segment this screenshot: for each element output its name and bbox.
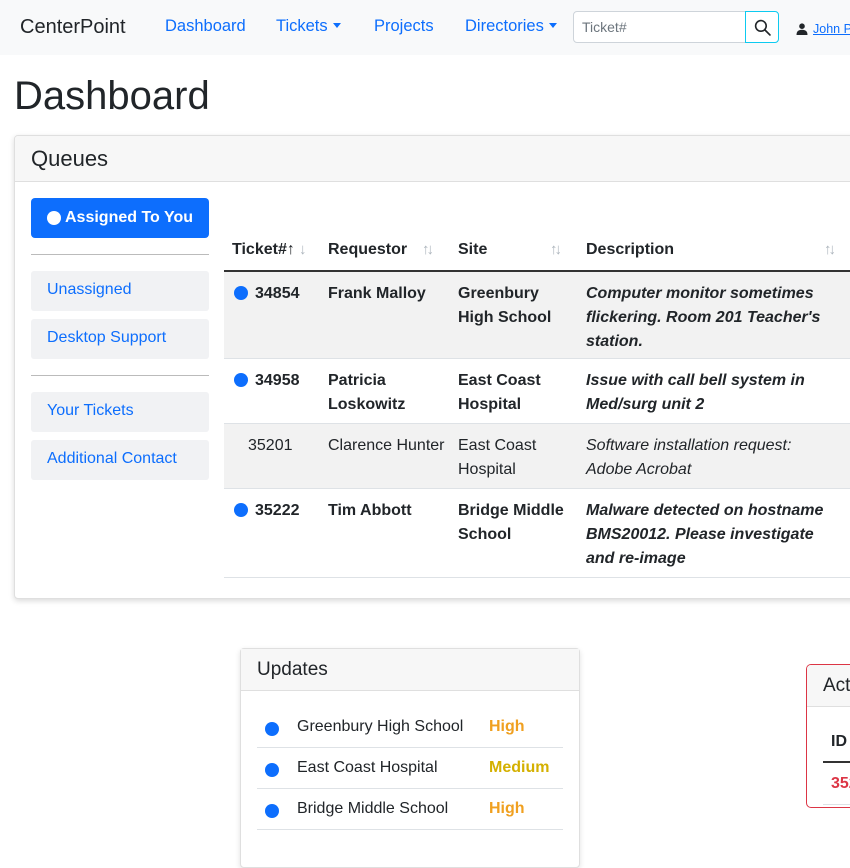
search-button[interactable] [745,11,779,43]
divider [31,375,209,376]
queue-item-additional-contact[interactable]: Additional Contact [31,440,209,480]
top-navbar: CenterPoint Dashboard Tickets Projects D… [0,0,850,55]
user-menu-link[interactable]: John P [796,22,850,36]
update-site: Bridge Middle School [297,800,449,817]
nav-directories-label: Directories [465,17,544,35]
sort-icon[interactable]: ↓ [299,241,306,258]
requestor-name: Patricia Loskowitz [328,372,406,413]
requestor-name: Tim Abbott [328,502,412,519]
list-item[interactable]: Greenbury High School High [257,707,563,748]
requestor-name: Clarence Hunter [328,437,445,454]
user-name: John P [813,22,850,36]
nav-directories-dropdown[interactable]: Directories [465,17,557,36]
list-item[interactable]: Bridge Middle School High [257,789,563,830]
column-header-id: ID [831,733,847,750]
ticket-number[interactable]: 35222 [255,499,300,523]
site-name: East Coast Hospital [458,372,541,413]
nav-projects[interactable]: Projects [374,17,434,36]
circle-icon [47,211,61,225]
site-name: East Coast Hospital [458,437,537,478]
divider [31,254,209,255]
queue-item-unassigned[interactable]: Unassigned [31,271,209,311]
chevron-down-icon [332,23,341,28]
nav-tickets-dropdown[interactable]: Tickets [276,17,341,36]
unread-dot-icon [265,722,279,736]
active-card: Active ID 35222 [806,664,850,808]
column-header-site[interactable]: Site [458,223,487,270]
ticket-search-input[interactable] [573,11,746,43]
site-name: Greenbury High School [458,285,552,326]
sort-icon[interactable]: ↑↓ [422,241,434,258]
active-header: Active [807,665,850,707]
column-header-requestor[interactable]: Requestor [328,223,407,270]
brand-logo[interactable]: CenterPoint [20,16,126,39]
updates-card: Updates Greenbury High School High East … [240,648,580,868]
ticket-description: Malware detected on hostname BMS20012. P… [586,502,824,567]
chevron-down-icon [548,23,557,28]
divider [823,804,850,805]
unread-dot-icon [234,286,248,300]
person-icon [796,23,808,35]
nav-dashboard[interactable]: Dashboard [165,17,246,36]
ticket-number[interactable]: 34854 [255,282,300,306]
page-title: Dashboard [14,74,210,118]
priority-badge: High [489,718,525,735]
update-site: Greenbury High School [297,718,464,735]
sort-icon[interactable]: ↑↓ [550,241,562,258]
queues-card: Queues Assigned To You Unassigned Deskto… [14,135,850,599]
unread-dot-icon [265,804,279,818]
unread-dot-icon [265,763,279,777]
table-row[interactable]: 34958 Patricia Loskowitz East Coast Hosp… [224,359,850,424]
priority-badge: Medium [489,759,550,776]
active-ticket-id[interactable]: 35222 [831,775,850,793]
queues-header: Queues [15,136,850,182]
updates-header: Updates [241,649,579,691]
sort-asc-icon: ↑ [286,241,295,258]
assigned-to-you-label: Assigned To You [65,209,194,226]
nav-tickets-label: Tickets [276,17,328,35]
list-item[interactable]: East Coast Hospital Medium [257,748,563,789]
priority-badge: High [489,800,525,817]
search-icon [754,19,771,36]
table-header-border [823,761,850,763]
ticket-description: Software installation request: Adobe Acr… [586,437,792,478]
unread-dot-icon [234,503,248,517]
queue-item-your-tickets[interactable]: Your Tickets [31,392,209,432]
table-row[interactable]: 35201 Clarence Hunter East Coast Hospita… [224,424,850,489]
queue-item-desktop-support[interactable]: Desktop Support [31,319,209,359]
update-site: East Coast Hospital [297,759,438,776]
ticket-description: Issue with call bell system in Med/surg … [586,372,805,413]
sort-icon[interactable]: ↑↓ [824,241,836,258]
column-header-ticket[interactable]: Ticket#↑ [232,223,295,270]
ticket-number[interactable]: 34958 [255,369,300,393]
table-row[interactable]: 35222 Tim Abbott Bridge Middle School Ma… [224,489,850,578]
requestor-name: Frank Malloy [328,285,426,302]
ticket-number[interactable]: 35201 [248,434,293,458]
column-header-description[interactable]: Description [586,223,674,270]
table-row[interactable]: 34854 Frank Malloy Greenbury High School… [224,272,850,359]
unread-dot-icon [234,373,248,387]
ticket-description: Computer monitor sometimes flickering. R… [586,285,821,350]
column-header-ticket-label: Ticket# [232,241,287,258]
site-name: Bridge Middle School [458,502,564,543]
assigned-to-you-button[interactable]: Assigned To You [31,198,209,238]
